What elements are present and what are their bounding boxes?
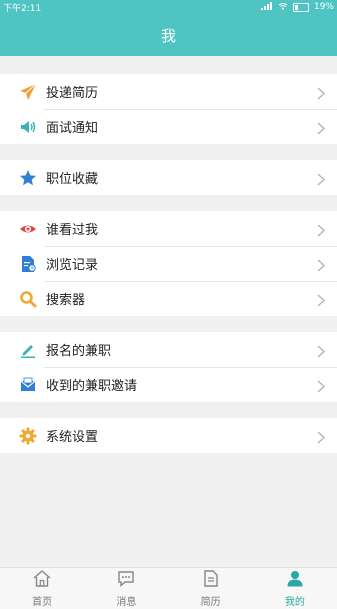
- status-time: 下午2:11: [3, 3, 42, 14]
- chevron-right-icon: [317, 343, 326, 362]
- eye-icon: [18, 219, 38, 239]
- menu-list: 投递简历 面试通知 职位收藏 谁看过我 浏览记录 搜索器 报名的兼职 收到的兼职…: [0, 56, 337, 453]
- chevron-right-icon: [317, 257, 326, 276]
- status-icons: 19%: [260, 1, 334, 13]
- menu-item-who-viewed-me[interactable]: 谁看过我: [0, 211, 337, 246]
- menu-group-activity: 谁看过我 浏览记录 搜索器: [0, 211, 337, 316]
- chevron-right-icon: [317, 222, 326, 241]
- star-icon: [18, 168, 38, 188]
- menu-group-resume: 投递简历 面试通知: [0, 74, 337, 144]
- page-title: 我: [160, 26, 176, 45]
- menu-item-label: 浏览记录: [46, 258, 99, 273]
- document-clock-icon: [18, 254, 38, 274]
- user-icon: [286, 570, 304, 591]
- menu-group-parttime: 报名的兼职 收到的兼职邀请: [0, 332, 337, 402]
- tab-home[interactable]: 首页: [0, 568, 84, 609]
- menu-item-applied-parttime[interactable]: 报名的兼职: [0, 332, 337, 367]
- chevron-right-icon: [317, 292, 326, 311]
- menu-item-searcher[interactable]: 搜索器: [0, 281, 337, 316]
- wifi-icon: [278, 2, 288, 13]
- chevron-right-icon: [317, 120, 326, 139]
- home-icon: [33, 569, 51, 591]
- menu-item-label: 系统设置: [46, 430, 99, 445]
- menu-item-label: 谁看过我: [46, 223, 99, 238]
- menu-item-label: 报名的兼职: [46, 344, 112, 359]
- battery-percent: 19%: [313, 2, 334, 12]
- chevron-right-icon: [317, 378, 326, 397]
- bottom-tab-bar: 首页 消息 简历 我的: [0, 567, 337, 609]
- tab-label: 我的: [284, 596, 305, 608]
- tab-messages[interactable]: 消息: [84, 568, 168, 609]
- chevron-right-icon: [317, 85, 326, 104]
- tab-label: 首页: [32, 596, 53, 608]
- pencil-icon: [18, 340, 38, 360]
- menu-item-label: 职位收藏: [46, 172, 99, 187]
- tab-resume[interactable]: 简历: [169, 568, 253, 609]
- menu-item-interview-notice[interactable]: 面试通知: [0, 109, 337, 144]
- menu-item-system-settings[interactable]: 系统设置: [0, 418, 337, 453]
- status-bar: 下午2:11 19%: [0, 0, 337, 14]
- tab-label: 简历: [200, 596, 221, 608]
- document-icon: [203, 569, 219, 591]
- gear-icon: [18, 426, 38, 446]
- chevron-right-icon: [317, 171, 326, 190]
- signal-icon: [260, 1, 273, 13]
- menu-group-settings: 系统设置: [0, 418, 337, 453]
- paper-plane-icon: [18, 82, 38, 102]
- menu-item-label: 搜索器: [46, 293, 86, 308]
- envelope-icon: [18, 375, 38, 395]
- menu-item-parttime-invitations[interactable]: 收到的兼职邀请: [0, 367, 337, 402]
- menu-item-submit-resume[interactable]: 投递简历: [0, 74, 337, 109]
- menu-item-label: 投递简历: [46, 86, 99, 101]
- battery-icon: [292, 2, 309, 12]
- menu-item-job-favorites[interactable]: 职位收藏: [0, 160, 337, 195]
- menu-item-label: 收到的兼职邀请: [46, 379, 138, 394]
- chat-bubble-icon: [117, 570, 135, 591]
- speaker-icon: [18, 117, 38, 137]
- tab-label: 消息: [116, 596, 137, 608]
- chevron-right-icon: [317, 429, 326, 448]
- menu-item-browse-history[interactable]: 浏览记录: [0, 246, 337, 281]
- menu-group-favorites: 职位收藏: [0, 160, 337, 195]
- tab-me[interactable]: 我的: [253, 568, 337, 609]
- header: 我: [0, 14, 337, 56]
- menu-item-label: 面试通知: [46, 121, 99, 136]
- search-icon: [18, 289, 38, 309]
